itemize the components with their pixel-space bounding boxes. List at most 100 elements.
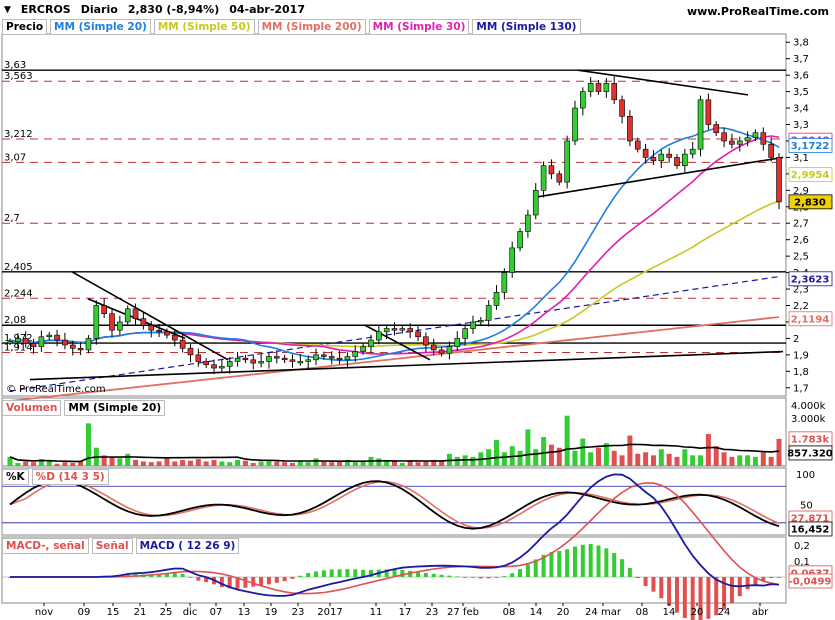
y-tick-label: 2,5 bbox=[793, 252, 809, 263]
x-tick-label: 07 bbox=[210, 607, 223, 618]
candle-body bbox=[305, 359, 311, 362]
symbol-name[interactable]: ERCROS bbox=[21, 3, 71, 16]
volume-bar bbox=[439, 461, 445, 466]
x-tick-label: 20 bbox=[557, 607, 570, 618]
volume-ma-label[interactable]: MM (Simple 20) bbox=[64, 400, 166, 416]
candle-body bbox=[642, 148, 649, 158]
level-label: 3,212 bbox=[4, 129, 33, 140]
volume-bar bbox=[313, 458, 319, 466]
macd-histogram-bar bbox=[274, 577, 279, 583]
volume-bar bbox=[776, 438, 782, 466]
volume-label[interactable]: Volumen bbox=[2, 400, 62, 416]
macd-histogram-bar bbox=[580, 544, 585, 577]
macd-params-label[interactable]: MACD ( 12 26 9) bbox=[135, 538, 240, 554]
price-value-text: 2,830 bbox=[794, 197, 826, 208]
chart-header: ▼ ERCROS Diario 2,830 (-8,94%) 04-abr-20… bbox=[4, 3, 305, 16]
stoch-d-label[interactable]: %D (14 3 5) bbox=[31, 469, 109, 485]
period-label[interactable]: Diario bbox=[81, 3, 118, 16]
candle-body bbox=[54, 334, 60, 341]
chevron-down-icon[interactable]: ▼ bbox=[4, 5, 11, 15]
y-tick-label: 3,8 bbox=[793, 38, 809, 49]
macd-histogram-bar bbox=[494, 577, 499, 578]
legend-mm130[interactable]: MM (Simple 130) bbox=[472, 19, 581, 35]
x-tick-label: 15 bbox=[107, 607, 120, 618]
macd-histogram-bar bbox=[196, 577, 201, 581]
volume-bar bbox=[337, 461, 343, 466]
macd-histogram-bar bbox=[667, 577, 672, 606]
price-label[interactable]: Precio bbox=[2, 19, 48, 35]
volume-bar bbox=[619, 455, 625, 466]
volume-bar bbox=[289, 462, 295, 466]
x-tick-label: 20 bbox=[691, 607, 704, 618]
volume-bar bbox=[658, 449, 664, 466]
candle-body bbox=[360, 346, 366, 352]
macd-histogram-bar bbox=[282, 577, 287, 582]
volume-bar bbox=[203, 461, 209, 466]
volume-bar bbox=[721, 452, 727, 466]
candle-body bbox=[15, 338, 21, 342]
candle-body bbox=[211, 364, 217, 369]
candle-body bbox=[689, 148, 696, 155]
volume-bar bbox=[729, 456, 735, 466]
x-tick-label: 17 bbox=[399, 607, 412, 618]
x-tick-label: 21 bbox=[134, 607, 147, 618]
candle-body bbox=[564, 140, 570, 183]
volume-bar bbox=[242, 460, 248, 466]
volume-bar bbox=[423, 461, 429, 466]
candle-body bbox=[493, 292, 500, 306]
y-tick-label: 3,6 bbox=[793, 71, 809, 82]
macd-histogram-bar bbox=[180, 573, 185, 577]
candle-body bbox=[321, 354, 327, 357]
candle-body bbox=[156, 329, 162, 333]
candle-body bbox=[203, 361, 209, 366]
legend-mm200[interactable]: MM (Simple 200) bbox=[257, 19, 366, 35]
macd-histogram-bar bbox=[549, 552, 554, 577]
candle-body bbox=[383, 328, 390, 333]
volume-bar bbox=[415, 462, 421, 466]
volume-bar bbox=[54, 463, 60, 466]
volume-bar bbox=[705, 434, 711, 466]
volume-bar bbox=[470, 456, 476, 466]
candle-body bbox=[650, 157, 657, 161]
legend-mm30[interactable]: MM (Simple 30) bbox=[368, 19, 470, 35]
volume-bar bbox=[219, 461, 225, 466]
legend-mm50[interactable]: MM (Simple 50) bbox=[153, 19, 255, 35]
y-tick-label: 1,7 bbox=[793, 383, 809, 394]
macd-histogram-bar bbox=[447, 575, 452, 577]
candle-body bbox=[242, 357, 249, 361]
volume-bar bbox=[517, 450, 523, 466]
macd-legend: MACD-, señal Señal MACD ( 12 26 9) bbox=[2, 538, 240, 554]
y-tick-label: 2,6 bbox=[793, 235, 809, 246]
candle-body bbox=[219, 366, 225, 369]
level-label: 2,405 bbox=[4, 262, 33, 273]
volume-bar bbox=[745, 455, 751, 466]
macd-label[interactable]: MACD-, señal bbox=[2, 538, 89, 554]
volume-bar bbox=[250, 462, 256, 466]
legend-mm20[interactable]: MM (Simple 20) bbox=[50, 19, 151, 35]
chart-date: 04-abr-2017 bbox=[229, 3, 305, 16]
macd-signal-label[interactable]: Señal bbox=[91, 538, 133, 554]
volume-bar bbox=[125, 453, 131, 466]
volume-bar bbox=[258, 461, 264, 466]
price-legend: Precio MM (Simple 20) MM (Simple 50) MM … bbox=[2, 19, 581, 35]
macd-histogram-bar bbox=[565, 549, 570, 577]
level-label: 3,07 bbox=[4, 152, 26, 163]
volume-bar bbox=[321, 461, 327, 466]
level-label: 2,7 bbox=[4, 213, 20, 224]
y-tick-label: 2,2 bbox=[793, 301, 809, 312]
stoch-k-label[interactable]: %K bbox=[2, 469, 29, 485]
macd-histogram-bar bbox=[314, 571, 319, 577]
candle-body bbox=[634, 140, 641, 150]
macd-histogram-bar bbox=[259, 577, 264, 586]
macd-value-text: -0,0499 bbox=[789, 576, 832, 587]
volume-bar bbox=[666, 453, 672, 466]
macd-histogram-bar bbox=[478, 577, 483, 579]
x-tick-label: 19 bbox=[265, 607, 278, 618]
candle-body bbox=[525, 214, 531, 232]
volume-bar bbox=[541, 437, 547, 466]
volume-bar bbox=[580, 438, 586, 466]
volume-bar bbox=[596, 447, 602, 466]
candle-body bbox=[7, 341, 13, 344]
x-tick-label: 08 bbox=[503, 607, 516, 618]
macd-histogram-bar bbox=[518, 569, 523, 577]
